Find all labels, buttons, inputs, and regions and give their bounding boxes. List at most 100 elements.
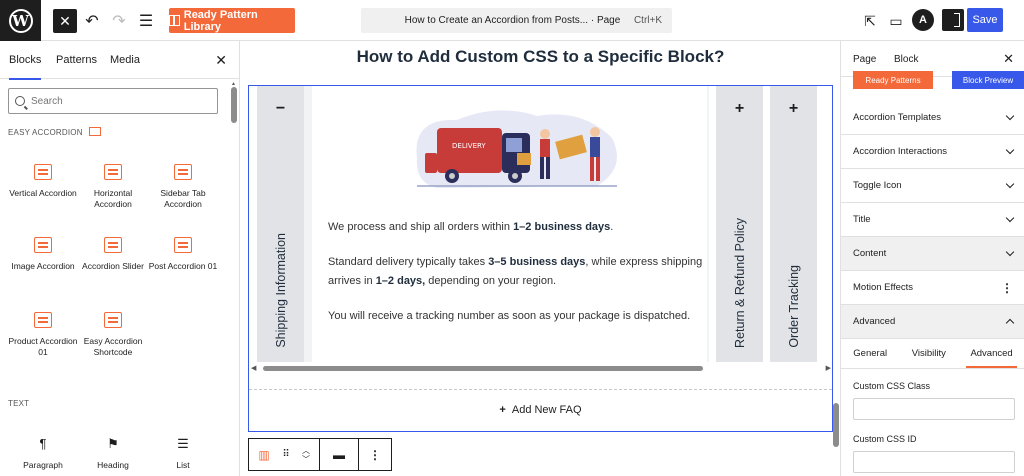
- chevron-down-icon: [1005, 213, 1015, 223]
- tab-label: Shipping Information: [273, 233, 288, 348]
- device-preview-button[interactable]: ▭: [884, 9, 908, 33]
- ready-patterns-button[interactable]: Ready Patterns: [853, 71, 933, 89]
- panel-toggle-icon[interactable]: Toggle Icon: [841, 169, 1024, 203]
- inserter-scrollbar[interactable]: [231, 87, 237, 123]
- document-overview-button[interactable]: ☰: [134, 9, 158, 33]
- block-accordion-slider[interactable]: Accordion Slider: [78, 237, 148, 272]
- align-button[interactable]: ▬: [320, 439, 358, 470]
- post-heading[interactable]: How to Add Custom CSS to a Specific Bloc…: [241, 47, 840, 67]
- command-palette-bar[interactable]: How to Create an Accordion from Posts...…: [361, 8, 672, 33]
- content-paragraph-1[interactable]: We process and ship all orders within 1–…: [328, 218, 708, 237]
- block-label: Horizontal Accordion: [93, 188, 133, 209]
- add-faq-label: Add New FAQ: [511, 404, 582, 416]
- block-easy-accordion-shortcode[interactable]: Easy Accordion Shortcode: [78, 312, 148, 358]
- editor-canvas: How to Add Custom CSS to a Specific Bloc…: [241, 41, 840, 476]
- tab-blocks[interactable]: Blocks: [9, 54, 42, 80]
- accordion-block[interactable]: − Shipping Information DELIVERY We proce…: [248, 85, 833, 432]
- save-button[interactable]: Save: [967, 8, 1003, 32]
- panel-advanced[interactable]: Advanced: [841, 305, 1024, 339]
- block-type-switcher[interactable]: ▥: [249, 439, 279, 470]
- move-block-buttons[interactable]: ︿ ﹀: [293, 439, 319, 470]
- accordion-tab-order-tracking[interactable]: + Order Tracking: [770, 86, 817, 362]
- block-post-accordion[interactable]: Post Accordion 01: [148, 237, 218, 272]
- canvas-scrollbar[interactable]: [833, 403, 839, 447]
- scrollbar-thumb[interactable]: [263, 366, 703, 371]
- ready-pattern-label: Ready Pattern Library: [183, 8, 258, 33]
- panel-accordion-templates[interactable]: Accordion Templates: [841, 101, 1024, 135]
- settings-sidebar-toggle[interactable]: [942, 9, 964, 31]
- subtab-advanced[interactable]: Advanced: [966, 348, 1017, 368]
- close-icon[interactable]: ✕: [215, 52, 227, 69]
- wordpress-logo-button[interactable]: W: [0, 0, 41, 41]
- panel-title: Accordion Templates: [853, 112, 942, 123]
- search-input[interactable]: Search: [8, 88, 218, 114]
- block-vertical-accordion[interactable]: Vertical Accordion: [8, 164, 78, 199]
- close-icon[interactable]: ✕: [1003, 51, 1014, 67]
- more-options-button[interactable]: ⋮: [359, 439, 391, 470]
- tab-block[interactable]: Block: [894, 54, 918, 65]
- search-icon: [15, 96, 25, 106]
- desktop-icon: ▭: [889, 12, 903, 29]
- custom-css-id-input[interactable]: [853, 451, 1015, 473]
- astra-settings-button[interactable]: A: [912, 9, 934, 31]
- panel-motion-effects[interactable]: Motion Effects ⋮: [841, 271, 1024, 305]
- scroll-left-arrow-icon[interactable]: ◀: [251, 364, 256, 372]
- block-preview-button[interactable]: Block Preview: [952, 71, 1024, 89]
- accordion-content: DELIVERY We process and ship all orders …: [312, 86, 707, 362]
- vertical-accordion-icon: [34, 164, 52, 180]
- more-vertical-icon: ⋮: [369, 447, 381, 462]
- view-page-button[interactable]: ⇱: [858, 9, 882, 33]
- scroll-right-arrow-icon[interactable]: ▶: [826, 364, 831, 372]
- subtab-general[interactable]: General: [853, 348, 887, 359]
- block-paragraph[interactable]: ¶ Paragraph: [8, 436, 78, 471]
- custom-css-class-input[interactable]: [853, 398, 1015, 420]
- panel-accordion-interactions[interactable]: Accordion Interactions: [841, 135, 1024, 169]
- redo-button[interactable]: ↷: [107, 9, 131, 33]
- block-list[interactable]: ☰ List: [148, 436, 218, 471]
- tab-patterns[interactable]: Patterns: [56, 54, 97, 66]
- close-inserter-button[interactable]: ✕: [53, 9, 77, 33]
- accordion-tab-shipping[interactable]: − Shipping Information: [257, 86, 304, 362]
- accordion-tab-return-refund[interactable]: + Return & Refund Policy: [716, 86, 763, 362]
- tab-media[interactable]: Media: [110, 54, 140, 66]
- align-center-icon: ▬: [333, 447, 345, 462]
- drag-handle[interactable]: ⠿: [279, 439, 293, 470]
- block-toolbar: ▥ ⠿ ︿ ﹀ ▬ ⋮: [248, 438, 392, 471]
- inserter-tabs: Blocks Patterns Media ✕: [0, 41, 239, 80]
- custom-css-id-label: Custom CSS ID: [853, 434, 917, 444]
- tab-page[interactable]: Page: [853, 54, 876, 65]
- add-new-faq-button[interactable]: + Add New FAQ: [249, 404, 832, 416]
- tab-label: Return & Refund Policy: [732, 218, 747, 348]
- drag-handle-icon: ⠿: [282, 449, 290, 460]
- list-icon: ☰: [177, 436, 189, 451]
- horizontal-scrollbar[interactable]: ◀ ▶: [251, 364, 831, 372]
- sidebar-tab-accordion-icon: [174, 164, 192, 180]
- collapse-icon: −: [275, 100, 286, 117]
- content-paragraph-3[interactable]: You will receive a tracking number as so…: [328, 307, 708, 326]
- panel-title: Advanced: [853, 316, 896, 327]
- block-label: Image Accordion: [11, 261, 75, 271]
- undo-button[interactable]: ↶: [80, 9, 104, 33]
- product-accordion-icon: [34, 312, 52, 328]
- category-easy-accordion: EASY ACCORDION: [8, 127, 101, 137]
- subtab-visibility[interactable]: Visibility: [912, 348, 946, 359]
- content-paragraph-2[interactable]: Standard delivery typically takes 3–5 bu…: [328, 253, 708, 291]
- block-image-accordion[interactable]: Image Accordion: [8, 237, 78, 272]
- block-product-accordion[interactable]: Product Accordion 01: [8, 312, 78, 358]
- block-horizontal-accordion[interactable]: Horizontal Accordion: [78, 164, 148, 210]
- more-vertical-icon[interactable]: ⋮: [1001, 282, 1013, 294]
- block-label: Easy Accordion Shortcode: [83, 336, 143, 357]
- block-label: List: [176, 460, 190, 470]
- block-sidebar-tab-accordion[interactable]: Sidebar Tab Accordion: [148, 164, 218, 210]
- block-label: Product Accordion 01: [8, 336, 78, 357]
- panel-title: Content: [853, 248, 887, 259]
- panel-title-settings[interactable]: Title: [841, 203, 1024, 237]
- post-accordion-icon: [174, 237, 192, 253]
- block-heading[interactable]: ⚑ Heading: [78, 436, 148, 471]
- delivery-illustration: DELIVERY: [416, 110, 617, 188]
- panel-content[interactable]: Content: [841, 237, 1024, 271]
- custom-css-class-label: Custom CSS Class: [853, 381, 931, 391]
- search-placeholder: Search: [31, 95, 63, 107]
- ready-pattern-library-button[interactable]: Ready Pattern Library: [169, 8, 295, 33]
- move-up-icon: ︿: [302, 445, 310, 455]
